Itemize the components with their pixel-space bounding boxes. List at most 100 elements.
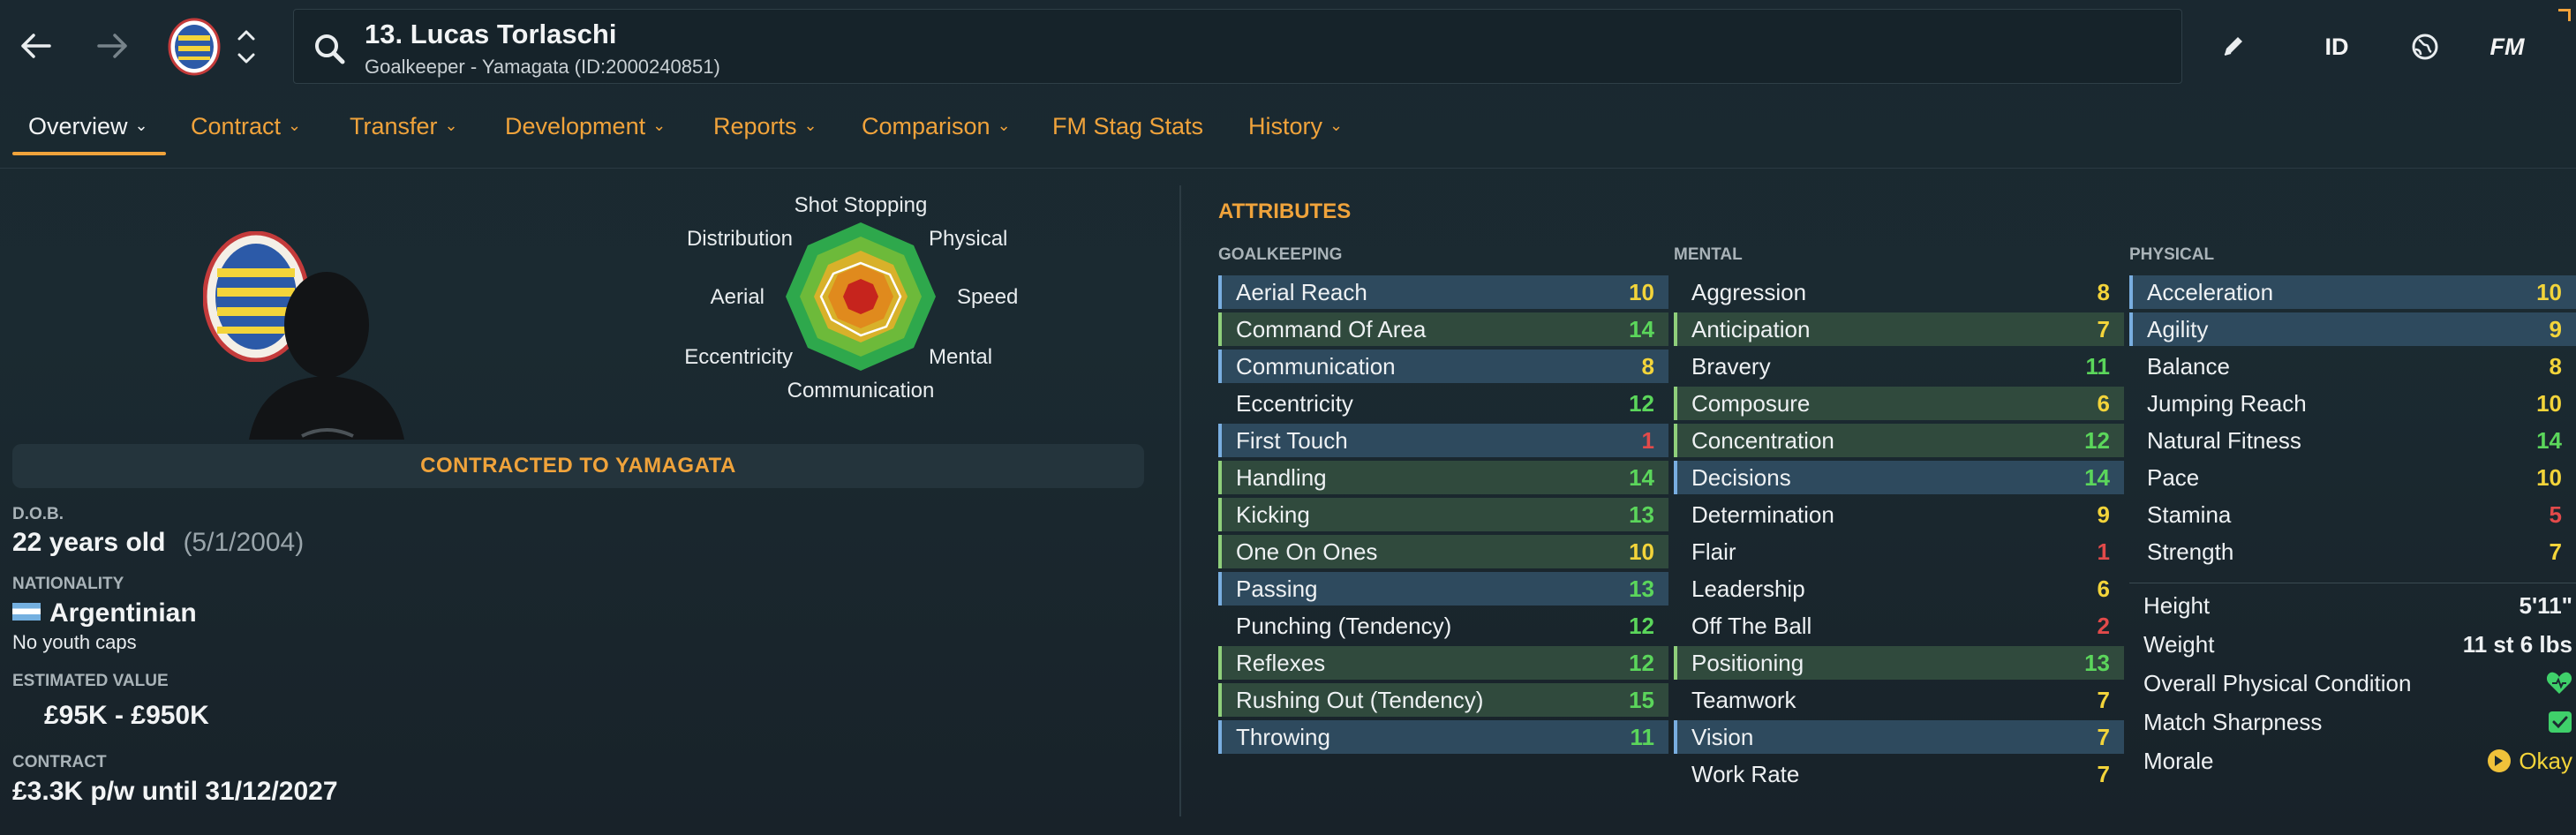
attribute-row[interactable]: Bravery 11 xyxy=(1674,350,2124,383)
attribute-row[interactable]: Eccentricity 12 xyxy=(1218,387,1668,420)
attribute-value: 7 xyxy=(2097,686,2110,713)
attribute-row[interactable]: Natural Fitness 14 xyxy=(2129,424,2576,457)
attribute-row[interactable]: Leadership 6 xyxy=(1674,572,2124,606)
header-divider xyxy=(0,168,2576,169)
player-subtitle: Goalkeeper - Yamagata (ID:2000240851) xyxy=(365,56,720,78)
player-switcher-chevrons-icon[interactable] xyxy=(233,23,260,71)
dob-label: D.O.B. xyxy=(12,505,64,523)
estimated-value-label: ESTIMATED VALUE xyxy=(12,672,169,690)
attribute-row[interactable]: Agility 9 xyxy=(2129,312,2576,346)
attribute-row[interactable]: Stamina 5 xyxy=(2129,498,2576,531)
globe-button[interactable] xyxy=(2403,26,2447,67)
attribute-value: 15 xyxy=(1629,686,1654,713)
attribute-value: 8 xyxy=(2549,352,2562,380)
player-search-box[interactable]: 13. Lucas Torlaschi Goalkeeper - Yamagat… xyxy=(293,9,2182,84)
search-icon[interactable] xyxy=(312,31,349,68)
goalkeeping-heading: GOALKEEPING xyxy=(1218,245,1343,264)
tab-comparison[interactable]: Comparison ⌄ xyxy=(862,113,1011,140)
corner-marker xyxy=(2558,9,2571,21)
attribute-row[interactable]: Handling 14 xyxy=(1218,461,1668,494)
attribute-row[interactable]: Passing 13 xyxy=(1218,572,1668,606)
attribute-name: Off The Ball xyxy=(1691,612,1812,639)
chevron-down-icon: ⌄ xyxy=(288,117,302,134)
fm-button[interactable]: FM xyxy=(2482,26,2532,67)
contract-value: £3.3K p/w until 31/12/2027 xyxy=(12,777,338,806)
attribute-name: Concentration xyxy=(1691,426,1834,454)
attribute-row[interactable]: Reflexes 12 xyxy=(1218,646,1668,680)
forward-arrow-icon xyxy=(97,34,127,58)
attribute-row[interactable]: Composure 6 xyxy=(1674,387,2124,420)
edit-button[interactable] xyxy=(2212,26,2253,67)
attribute-value: 14 xyxy=(1629,463,1654,491)
tab-contract[interactable]: Contract ⌄ xyxy=(191,113,301,140)
nationality-value[interactable]: Argentinian xyxy=(12,598,197,628)
attribute-row[interactable]: Teamwork 7 xyxy=(1674,683,2124,717)
attribute-row[interactable]: Anticipation 7 xyxy=(1674,312,2124,346)
attribute-row[interactable]: One On Ones 10 xyxy=(1218,535,1668,568)
attribute-value: 14 xyxy=(1629,315,1654,342)
morale-arrow-icon xyxy=(2488,749,2512,772)
attribute-row[interactable]: Flair 1 xyxy=(1674,535,2124,568)
attribute-value: 6 xyxy=(2097,575,2110,602)
attribute-row[interactable]: Decisions 14 xyxy=(1674,461,2124,494)
id-button[interactable]: ID xyxy=(2315,26,2359,67)
tab-reports[interactable]: Reports ⌄ xyxy=(713,113,817,140)
info-name: Weight xyxy=(2143,630,2215,658)
attribute-value: 13 xyxy=(1629,575,1654,602)
mental-heading: MENTAL xyxy=(1674,245,1743,264)
tab-development[interactable]: Development ⌄ xyxy=(505,113,666,140)
attribute-row[interactable]: Kicking 13 xyxy=(1218,498,1668,531)
attribute-row[interactable]: Aggression 8 xyxy=(1674,275,2124,309)
radar-label-aerial: Aerial xyxy=(711,285,765,309)
attribute-value: 9 xyxy=(2097,500,2110,528)
attribute-value: 10 xyxy=(1629,538,1654,565)
pencil-icon xyxy=(2224,37,2242,56)
attribute-row[interactable]: Rushing Out (Tendency) 15 xyxy=(1218,683,1668,717)
contract-label: CONTRACT xyxy=(12,753,107,771)
attribute-name: Communication xyxy=(1236,352,1396,380)
tab-overview[interactable]: Overview ⌄ xyxy=(28,113,148,140)
tab-label: History xyxy=(1248,113,1323,139)
attribute-row[interactable]: Vision 7 xyxy=(1674,720,2124,754)
attribute-row[interactable]: Strength 7 xyxy=(2129,535,2576,568)
attribute-name: Balance xyxy=(2147,352,2230,380)
physical-info-row: Overall Physical Condition xyxy=(2129,666,2576,701)
tab-transfer[interactable]: Transfer ⌄ xyxy=(350,113,458,140)
back-arrow-icon xyxy=(21,34,51,58)
attribute-row[interactable]: Command Of Area 14 xyxy=(1218,312,1668,346)
attribute-row[interactable]: Pace 10 xyxy=(2129,461,2576,494)
attribute-name: Agility xyxy=(2147,315,2209,342)
attribute-row[interactable]: Off The Ball 2 xyxy=(1674,609,2124,643)
attribute-name: Rushing Out (Tendency) xyxy=(1236,686,1484,713)
attribute-value: 10 xyxy=(1629,278,1654,305)
tab-history[interactable]: History ⌄ xyxy=(1248,113,1343,140)
attribute-row[interactable]: Throwing 11 xyxy=(1218,720,1668,754)
attribute-name: Determination xyxy=(1691,500,1834,528)
attribute-row[interactable]: Concentration 12 xyxy=(1674,424,2124,457)
forward-button[interactable] xyxy=(87,19,139,72)
attribute-row[interactable]: Balance 8 xyxy=(2129,350,2576,383)
attribute-row[interactable]: Positioning 13 xyxy=(1674,646,2124,680)
tab-label: Transfer xyxy=(350,113,438,139)
attribute-row[interactable]: Work Rate 7 xyxy=(1674,757,2124,791)
info-name: Overall Physical Condition xyxy=(2143,669,2412,696)
club-crest-icon[interactable] xyxy=(168,18,221,76)
attribute-row[interactable]: Determination 9 xyxy=(1674,498,2124,531)
radar-label-shot-stopping: Shot Stopping xyxy=(795,193,928,217)
chevron-down-icon: ⌄ xyxy=(1329,117,1344,134)
attribute-row[interactable]: Communication 8 xyxy=(1218,350,1668,383)
attribute-value: 13 xyxy=(1629,500,1654,528)
nationality-label: NATIONALITY xyxy=(12,575,124,593)
attribute-row[interactable]: Punching (Tendency) 12 xyxy=(1218,609,1668,643)
back-button[interactable] xyxy=(9,19,62,72)
panel-divider xyxy=(1179,185,1181,816)
attribute-row[interactable]: Jumping Reach 10 xyxy=(2129,387,2576,420)
physical-heading: PHYSICAL xyxy=(2129,245,2215,264)
attribute-value: 11 xyxy=(1630,723,1655,750)
tab-label: Overview xyxy=(28,113,128,139)
attribute-row[interactable]: Aerial Reach 10 xyxy=(1218,275,1668,309)
attribute-name: Kicking xyxy=(1236,500,1310,528)
tab-fm-stag-stats[interactable]: FM Stag Stats xyxy=(1052,113,1203,140)
attribute-row[interactable]: Acceleration 10 xyxy=(2129,275,2576,309)
attribute-row[interactable]: First Touch 1 xyxy=(1218,424,1668,457)
